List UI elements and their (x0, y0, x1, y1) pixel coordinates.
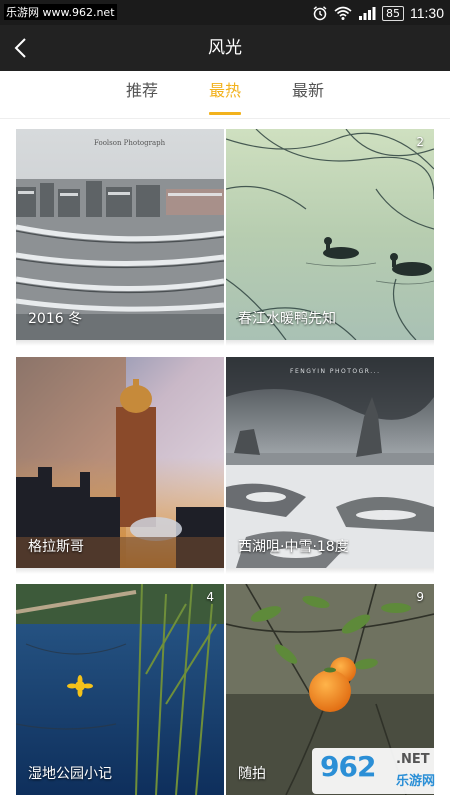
tab-recommended[interactable]: 推荐 (112, 71, 172, 119)
tab-newest[interactable]: 最新 (278, 71, 338, 119)
album-title: 春江水暖鸭先知 (238, 311, 336, 327)
tab-label: 最新 (291, 81, 324, 100)
card-divider (226, 568, 434, 574)
alarm-icon (312, 5, 328, 21)
photo-count: 9 (416, 590, 424, 604)
photo-count: 2 (416, 135, 424, 149)
battery-icon: 85 (382, 5, 404, 21)
active-tab-indicator (209, 112, 241, 115)
status-bar: 乐游网 www.962.net 85 11:30 (0, 0, 450, 25)
album-card[interactable]: Foolson Photograph 2016 冬 (16, 129, 224, 340)
wifi-icon (334, 5, 352, 21)
tab-label: 推荐 (125, 81, 158, 100)
card-divider (16, 568, 224, 574)
album-grid: Foolson Photograph 2016 冬 2 春江水暖鸭先知 格拉斯哥… (0, 119, 450, 800)
card-divider (226, 340, 434, 346)
album-title: 西湖咀·中雪·18度 (238, 539, 349, 555)
photo-count: 4 (206, 590, 214, 604)
album-card[interactable]: 2 春江水暖鸭先知 (226, 129, 434, 340)
watermark-logo: 962 .NET 乐游网 (312, 748, 444, 794)
status-icons: 85 11:30 (312, 3, 444, 23)
watermark-text: 乐游网 www.962.net (4, 4, 117, 20)
photo-caption: Foolson Photograph (94, 139, 166, 147)
clock-time: 11:30 (410, 5, 444, 21)
tab-hottest[interactable]: 最热 (195, 71, 255, 119)
tab-bar: 推荐 最热 最新 (0, 71, 450, 119)
logo-net: .NET (396, 752, 430, 767)
signal-icon (358, 5, 376, 21)
album-title: 2016 冬 (28, 311, 83, 327)
album-card[interactable]: 4 湿地公园小记 (16, 584, 224, 795)
card-divider (16, 340, 224, 346)
page-title: 风光 (208, 38, 242, 58)
album-card[interactable]: FENGYIN PHOTOGR... 西湖咀·中雪·18度 (226, 357, 434, 568)
tab-label: 最热 (208, 81, 241, 100)
album-title: 湿地公园小记 (28, 766, 112, 782)
logo-cn: 乐游网 (396, 774, 436, 789)
photo-caption: FENGYIN PHOTOGR... (290, 368, 380, 375)
logo-digits: 962 (320, 750, 376, 783)
album-title: 随拍 (238, 766, 266, 782)
album-card[interactable]: 格拉斯哥 (16, 357, 224, 568)
album-title: 格拉斯哥 (28, 539, 84, 555)
app-header: 风光 (0, 25, 450, 71)
